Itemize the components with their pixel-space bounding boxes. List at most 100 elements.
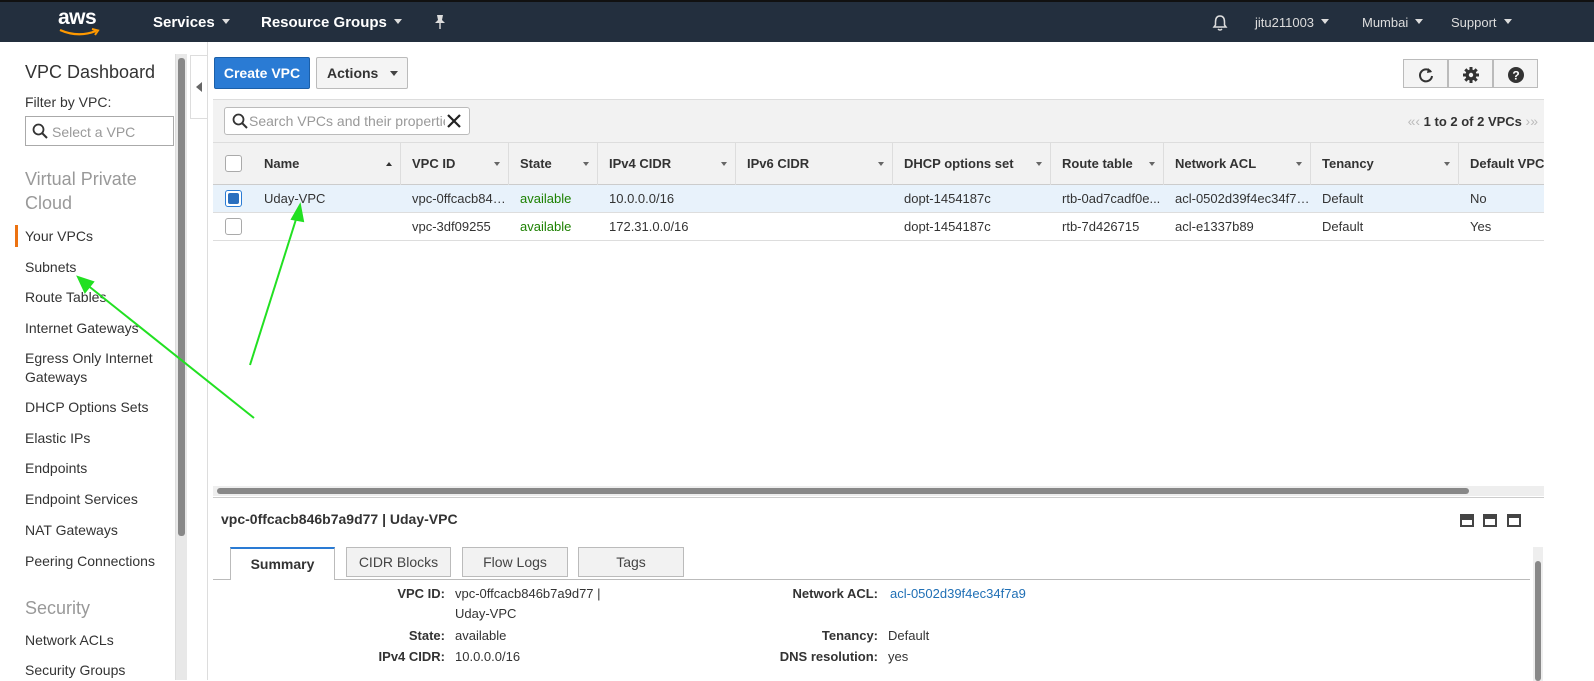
support-label: Support	[1451, 15, 1497, 30]
row-checkbox[interactable]	[225, 190, 242, 207]
value-state: available	[455, 628, 507, 643]
sidebar-item-endpoint-services[interactable]: Endpoint Services	[25, 490, 170, 509]
search-input[interactable]	[249, 113, 445, 129]
cell-dhcp-options-set: dopt-1454187c	[904, 191, 991, 206]
column-label: IPv4 CIDR	[609, 156, 672, 171]
aws-logo[interactable]: aws	[58, 7, 102, 38]
support-menu[interactable]: Support	[1451, 15, 1512, 30]
chevron-down-icon	[1415, 19, 1424, 24]
sidebar-scrollbar[interactable]	[175, 54, 187, 680]
refresh-button[interactable]	[1403, 59, 1448, 88]
cell-state: available	[520, 191, 572, 206]
label-vpc-id: VPC ID:	[397, 586, 445, 601]
sidebar-item-network-acls[interactable]: Network ACLs	[25, 631, 170, 650]
aws-smile-icon	[59, 28, 100, 36]
pin-icon[interactable]	[433, 14, 447, 33]
sidebar-item-security-groups[interactable]: Security Groups	[25, 661, 170, 680]
sidebar-collapse-button[interactable]	[190, 55, 208, 119]
column-label: Name	[264, 156, 300, 171]
column-header-vpc-id[interactable]: VPC ID	[401, 143, 509, 185]
select-all-checkbox[interactable]	[225, 155, 242, 172]
prev-page-icon[interactable]: ‹	[1415, 113, 1420, 129]
column-header-route-table[interactable]: Route table	[1051, 143, 1164, 185]
vpc-table-panel: «‹ 1 to 2 of 2 VPCs ›» Name VPC ID State…	[213, 99, 1544, 492]
actions-label: Actions	[327, 65, 379, 81]
vpc-filter-select[interactable]: Select a VPC	[25, 116, 174, 146]
cell-network-acl: acl-e1337b89	[1175, 219, 1254, 234]
cell-ipv4-cidr: 172.31.0.0/16	[609, 219, 689, 234]
search-box[interactable]	[224, 107, 470, 135]
search-icon	[232, 113, 248, 129]
sidebar-item-internet-gateways[interactable]: Internet Gateways	[25, 319, 170, 338]
actions-button[interactable]: Actions	[316, 57, 408, 89]
label-tenancy: Tenancy:	[821, 628, 878, 643]
cell-default-vpc: Yes	[1470, 219, 1492, 234]
sidebar-title[interactable]: VPC Dashboard	[25, 62, 155, 83]
cell-vpc-id: vpc-0ffcacb846b7a9d77	[412, 191, 507, 206]
search-icon	[32, 123, 48, 139]
value-tenancy: Default	[888, 628, 930, 643]
services-menu[interactable]: Services	[153, 14, 230, 31]
column-header-ipv4-cidr[interactable]: IPv4 CIDR	[598, 143, 736, 185]
column-header-ipv6-cidr[interactable]: IPv6 CIDR	[736, 143, 893, 185]
cell-dhcp-options-set: dopt-1454187c	[904, 219, 991, 234]
sort-icon	[1149, 162, 1155, 166]
tab-cidr-blocks[interactable]: CIDR Blocks	[346, 547, 451, 577]
sidebar-item-peering-connections[interactable]: Peering Connections	[25, 552, 170, 571]
sort-icon	[721, 162, 727, 166]
layout-top-icon[interactable]	[1507, 514, 1521, 527]
sort-icon	[878, 162, 884, 166]
sidebar-item-nat-gateways[interactable]: NAT Gateways	[25, 521, 170, 540]
sidebar-item-egress-only-internet-gateways[interactable]: Egress Only Internet Gateways	[25, 349, 170, 387]
sort-icon	[1296, 162, 1302, 166]
create-vpc-button[interactable]: Create VPC	[214, 57, 310, 89]
main-content: Create VPC Actions ? «‹ 1 to 2 of 2 VPCs…	[213, 42, 1544, 681]
sidebar-item-your-vpcs[interactable]: Your VPCs	[15, 225, 170, 247]
bell-icon[interactable]	[1212, 14, 1228, 35]
cell-ipv4-cidr: 10.0.0.0/16	[609, 191, 675, 206]
row-checkbox[interactable]	[225, 218, 242, 235]
table-horizontal-scrollbar[interactable]	[213, 486, 1544, 496]
cell-vpc-id: vpc-3df09255	[412, 219, 491, 234]
svg-text:?: ?	[1512, 69, 1519, 83]
cell-name[interactable]: Uday-VPC	[264, 191, 394, 206]
sidebar-item-elastic-ips[interactable]: Elastic IPs	[25, 429, 170, 448]
detail-panel: vpc-0ffcacb846b7a9d77 | Uday-VPC Summary…	[213, 497, 1544, 681]
last-page-icon[interactable]: »	[1530, 113, 1538, 129]
resource-groups-menu[interactable]: Resource Groups	[261, 14, 402, 31]
column-header-name[interactable]: Name	[253, 143, 401, 185]
tab-summary[interactable]: Summary	[230, 547, 335, 580]
tab-flow-logs[interactable]: Flow Logs	[462, 547, 568, 577]
chevron-down-icon	[390, 71, 398, 76]
column-header-state[interactable]: State	[509, 143, 598, 185]
clear-search-icon[interactable]	[447, 114, 461, 128]
cell-tenancy: Default	[1322, 191, 1364, 206]
user-menu[interactable]: jitu211003	[1255, 15, 1330, 30]
table-row[interactable]: vpc-3df09255 available 172.31.0.0/16 dop…	[213, 213, 1544, 241]
sidebar-item-endpoints[interactable]: Endpoints	[25, 459, 170, 478]
region-menu[interactable]: Mumbai	[1362, 15, 1424, 30]
sidebar-item-route-tables[interactable]: Route Tables	[25, 288, 170, 307]
column-header-default-vpc[interactable]: Default VPC	[1459, 143, 1544, 185]
section-security: Security	[25, 598, 91, 618]
column-label: Default VPC	[1470, 156, 1545, 171]
scrollbar-thumb[interactable]	[217, 488, 1469, 494]
column-header-dhcp-options-set[interactable]: DHCP options set	[893, 143, 1051, 185]
detail-vertical-scrollbar[interactable]	[1533, 547, 1543, 681]
column-header-network-acl[interactable]: Network ACL	[1164, 143, 1311, 185]
settings-button[interactable]	[1448, 59, 1493, 88]
sidebar-item-subnets[interactable]: Subnets	[25, 258, 170, 277]
column-header-tenancy[interactable]: Tenancy	[1311, 143, 1459, 185]
table-row[interactable]: Uday-VPC vpc-0ffcacb846b7a9d77 available…	[213, 185, 1544, 213]
value-dns-resolution: yes	[888, 649, 909, 664]
help-icon: ?	[1508, 67, 1524, 83]
layout-bottom-icon[interactable]	[1460, 514, 1474, 527]
value-network-acl-link[interactable]: acl-0502d39f4ec34f7a9	[890, 584, 1026, 604]
scrollbar-thumb[interactable]	[1535, 561, 1541, 681]
cell-state: available	[520, 219, 572, 234]
sidebar-item-dhcp-options-sets[interactable]: DHCP Options Sets	[25, 398, 170, 417]
tab-tags[interactable]: Tags	[578, 547, 684, 577]
sidebar-scrollbar-thumb[interactable]	[178, 58, 185, 536]
help-button[interactable]: ?	[1493, 59, 1538, 88]
layout-split-icon[interactable]	[1483, 514, 1497, 527]
